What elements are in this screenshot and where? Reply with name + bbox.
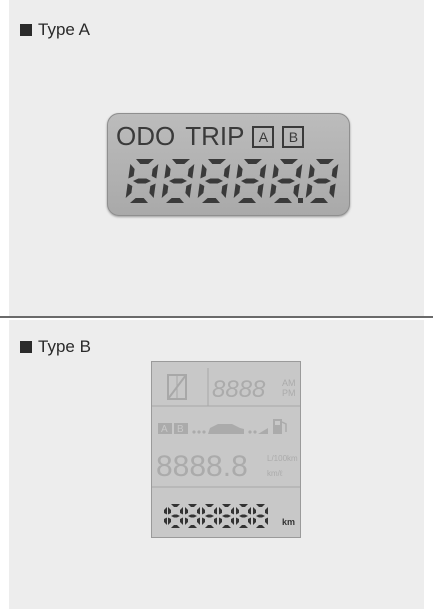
lcd-digit-a [305,159,339,203]
lcd-b-graphics: 8888 AM PM A B 8888.8 L/100km km/ℓ km [152,368,300,528]
fuel-consumption-digits: 8888.8 [156,450,248,483]
trip-a-indicator-b: A [161,424,168,435]
type-a-panel: Type A ODO TRIP A B [9,0,424,316]
fuel-gauge-icon [167,374,187,400]
fuel-pump-icon [273,419,287,434]
type-a-label: Type A [20,20,90,40]
road-icon [248,428,268,434]
odometer-digits-type-b [164,504,268,528]
am-indicator: AM [282,378,296,388]
trip-b-indicator-b: B [177,424,184,435]
odometer-digit [164,507,167,525]
type-b-panel: Type B 8888 AM PM A B 8888.8 L/100km km/… [9,320,424,609]
pm-indicator: PM [282,388,296,398]
car-icon [208,424,244,434]
segment-digits-type-a [125,159,339,203]
trip-a-indicator: A [252,125,275,148]
type-b-label-text: Type B [38,337,91,356]
lcd-digit-a [269,159,303,203]
type-b-label: Type B [20,337,91,357]
range-dots-icon [192,430,206,434]
odometer-display-type-a: ODO TRIP A B [107,113,350,216]
odometer-digit [253,504,268,528]
clock-digits: 8888 [212,376,266,403]
lcd-digit-a [197,159,231,203]
odometer-digit [168,504,183,528]
decimal-point [298,198,303,203]
odometer-digit [202,504,217,528]
odometer-digit [219,504,234,528]
section-divider [0,316,433,318]
type-a-label-text: Type A [38,20,90,39]
square-bullet-icon [20,24,32,36]
odometer-digit [236,504,251,528]
km-unit: km [282,517,295,527]
unit-l-per-100km: L/100km [267,454,298,463]
odo-indicator: ODO [116,121,176,151]
lcd-digit-a [125,159,159,203]
odometer-digit [185,504,200,528]
lcd-digit-a [233,159,267,203]
odometer-display-type-b: 8888 AM PM A B 8888.8 L/100km km/ℓ km [151,361,301,538]
unit-km-per-l: km/ℓ [267,469,283,478]
trip-b-indicator: B [282,125,305,148]
lcd-digit-a [161,159,195,203]
trip-indicator: TRIP [185,121,245,151]
square-bullet-icon [20,341,32,353]
